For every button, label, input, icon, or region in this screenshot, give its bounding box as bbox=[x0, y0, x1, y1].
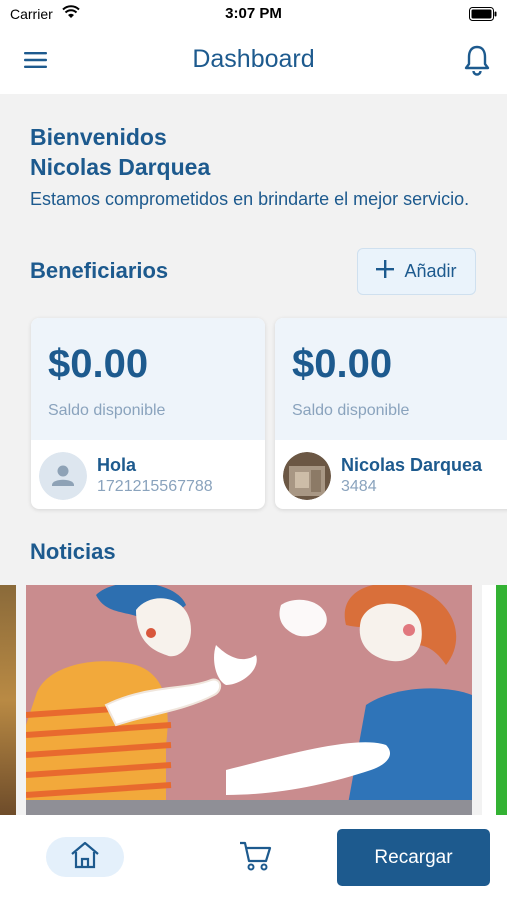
status-bar: Carrier 3:07 PM bbox=[0, 0, 507, 30]
recharge-button[interactable]: Recargar bbox=[337, 829, 490, 886]
plus-icon bbox=[376, 260, 395, 283]
card-balance-label: Saldo disponible bbox=[48, 402, 166, 419]
news-item-image[interactable] bbox=[25, 585, 472, 815]
card-number: 1721215567788 bbox=[97, 478, 213, 495]
battery-icon bbox=[469, 7, 497, 26]
add-label: Añadir bbox=[404, 261, 457, 281]
bottom-navigation: Recargar bbox=[0, 815, 507, 900]
news-title: Noticias bbox=[30, 539, 116, 564]
welcome-subtitle: Estamos comprometidos en brindarte el me… bbox=[30, 189, 470, 209]
home-icon bbox=[69, 840, 101, 875]
card-name: Hola bbox=[97, 455, 137, 475]
add-beneficiary-button[interactable]: Añadir bbox=[357, 248, 476, 295]
news-carousel[interactable] bbox=[0, 585, 507, 815]
card-balance-label: Saldo disponible bbox=[292, 402, 410, 419]
welcome-title: Bienvenidos bbox=[30, 124, 167, 150]
beneficiary-card[interactable]: $0.00 Saldo disponible Nicolas Darquea 3… bbox=[275, 318, 507, 509]
card-name: Nicolas Darquea bbox=[341, 455, 483, 475]
cart-icon[interactable] bbox=[238, 840, 272, 877]
bell-icon[interactable] bbox=[463, 44, 491, 81]
card-balance: $0.00 bbox=[48, 342, 149, 386]
card-balance: $0.00 bbox=[292, 342, 393, 386]
home-tab[interactable] bbox=[46, 837, 124, 877]
user-name: Nicolas Darquea bbox=[30, 154, 211, 180]
avatar bbox=[283, 452, 331, 500]
news-item-next-accent bbox=[496, 585, 507, 815]
beneficiaries-title: Beneficiarios bbox=[30, 258, 169, 283]
avatar-placeholder-icon bbox=[39, 452, 87, 500]
app-header: Dashboard bbox=[0, 30, 507, 94]
status-time: 3:07 PM bbox=[225, 5, 282, 22]
page-title: Dashboard bbox=[192, 45, 315, 73]
card-number: 3484 bbox=[341, 478, 377, 495]
beneficiary-card[interactable]: $0.00 Saldo disponible Hola 172121556778… bbox=[31, 318, 265, 509]
news-item-previous[interactable] bbox=[0, 585, 16, 815]
